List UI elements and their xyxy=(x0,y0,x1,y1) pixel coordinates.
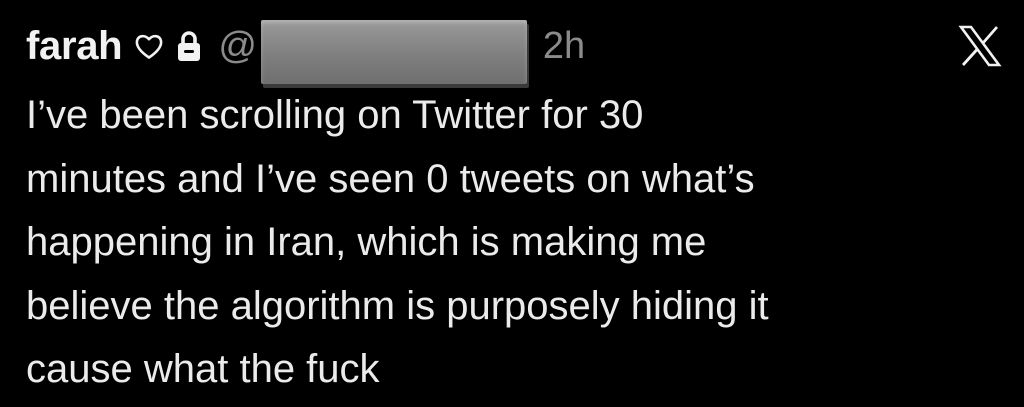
post-text-line: happening in Iran, which is making me xyxy=(26,220,707,264)
post-timestamp[interactable]: 2h xyxy=(543,25,585,68)
post-header: farah @ 2h xyxy=(26,18,585,84)
x-logo-icon[interactable] xyxy=(958,24,1002,68)
handle-prefix[interactable]: @ xyxy=(218,25,257,68)
post-card: farah @ 2h I’ve been scrolling on Twitte… xyxy=(0,0,1024,407)
post-text-line: I’ve been scrolling on Twitter for 30 xyxy=(26,93,644,137)
post-text-line: believe the algorithm is purposely hidin… xyxy=(26,283,769,328)
heart-icon xyxy=(135,34,163,59)
display-name[interactable]: farah xyxy=(26,24,123,69)
post-text-line: cause what the fuck xyxy=(26,347,380,391)
redacted-handle xyxy=(260,20,527,84)
post-text: I’ve been scrolling on Twitter for 30 mi… xyxy=(26,84,1006,402)
lock-icon xyxy=(178,31,201,61)
post-text-line: minutes and I’ve seen 0 tweets on what’s xyxy=(26,156,755,201)
